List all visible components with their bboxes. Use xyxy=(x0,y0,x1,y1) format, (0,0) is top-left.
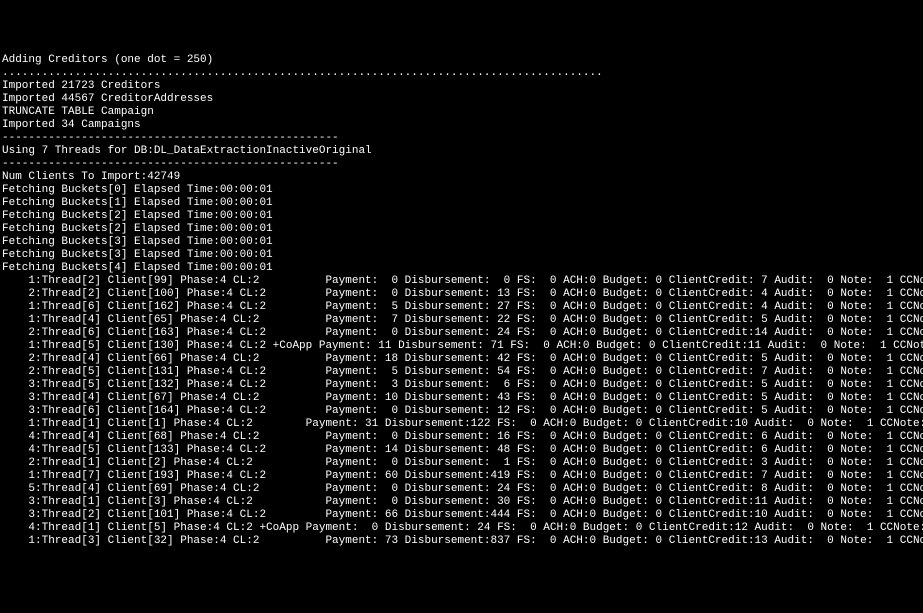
bucket-line: Fetching Buckets[1] Elapsed Time:00:00:0… xyxy=(2,197,921,210)
thread-row: 2:Thread[6] Client[163] Phase:4 CL:2 Pay… xyxy=(2,327,921,340)
thread-row: 2:Thread[4] Client[66] Phase:4 CL:2 Paym… xyxy=(2,353,921,366)
thread-row: 1:Thread[4] Client[65] Phase:4 CL:2 Paym… xyxy=(2,314,921,327)
truncate-line: TRUNCATE TABLE Campaign xyxy=(2,106,921,119)
bucket-line: Fetching Buckets[3] Elapsed Time:00:00:0… xyxy=(2,249,921,262)
num-clients: Num Clients To Import:42749 xyxy=(2,171,921,184)
imported-creditors: Imported 21723 Creditors xyxy=(2,80,921,93)
thread-row: 1:Thread[1] Client[1] Phase:4 CL:2 Payme… xyxy=(2,418,921,431)
imported-addresses: Imported 44567 CreditorAddresses xyxy=(2,93,921,106)
thread-row: 1:Thread[6] Client[162] Phase:4 CL:2 Pay… xyxy=(2,301,921,314)
thread-row: 4:Thread[5] Client[133] Phase:4 CL:2 Pay… xyxy=(2,444,921,457)
thread-row: 3:Thread[5] Client[132] Phase:4 CL:2 Pay… xyxy=(2,379,921,392)
separator: ----------------------------------------… xyxy=(2,158,921,171)
thread-row: 4:Thread[4] Client[68] Phase:4 CL:2 Paym… xyxy=(2,431,921,444)
bucket-line: Fetching Buckets[4] Elapsed Time:00:00:0… xyxy=(2,262,921,275)
threads-info: Using 7 Threads for DB:DL_DataExtraction… xyxy=(2,145,921,158)
thread-row: 3:Thread[2] Client[101] Phase:4 CL:2 Pay… xyxy=(2,509,921,522)
thread-row: 2:Thread[5] Client[131] Phase:4 CL:2 Pay… xyxy=(2,366,921,379)
bucket-line: Fetching Buckets[2] Elapsed Time:00:00:0… xyxy=(2,223,921,236)
console-output: Adding Creditors (one dot = 250)........… xyxy=(2,54,921,548)
bucket-line: Fetching Buckets[3] Elapsed Time:00:00:0… xyxy=(2,236,921,249)
thread-row: 1:Thread[7] Client[193] Phase:4 CL:2 Pay… xyxy=(2,470,921,483)
thread-row: 2:Thread[1] Client[2] Phase:4 CL:2 Payme… xyxy=(2,457,921,470)
thread-row: 1:Thread[2] Client[99] Phase:4 CL:2 Paym… xyxy=(2,275,921,288)
thread-row: 3:Thread[4] Client[67] Phase:4 CL:2 Paym… xyxy=(2,392,921,405)
imported-campaigns: Imported 34 Campaigns xyxy=(2,119,921,132)
thread-row: 1:Thread[5] Client[130] Phase:4 CL:2 +Co… xyxy=(2,340,921,353)
bucket-line: Fetching Buckets[2] Elapsed Time:00:00:0… xyxy=(2,210,921,223)
thread-row: 3:Thread[6] Client[164] Phase:4 CL:2 Pay… xyxy=(2,405,921,418)
header-title: Adding Creditors (one dot = 250) xyxy=(2,54,921,67)
separator: ----------------------------------------… xyxy=(2,132,921,145)
thread-row: 2:Thread[2] Client[100] Phase:4 CL:2 Pay… xyxy=(2,288,921,301)
thread-row: 4:Thread[1] Client[5] Phase:4 CL:2 +CoAp… xyxy=(2,522,921,535)
thread-row: 3:Thread[1] Client[3] Phase:4 CL:2 Payme… xyxy=(2,496,921,509)
thread-row: 5:Thread[4] Client[69] Phase:4 CL:2 Paym… xyxy=(2,483,921,496)
thread-row: 1:Thread[3] Client[32] Phase:4 CL:2 Paym… xyxy=(2,535,921,548)
bucket-line: Fetching Buckets[0] Elapsed Time:00:00:0… xyxy=(2,184,921,197)
progress-dots: ........................................… xyxy=(2,67,921,80)
